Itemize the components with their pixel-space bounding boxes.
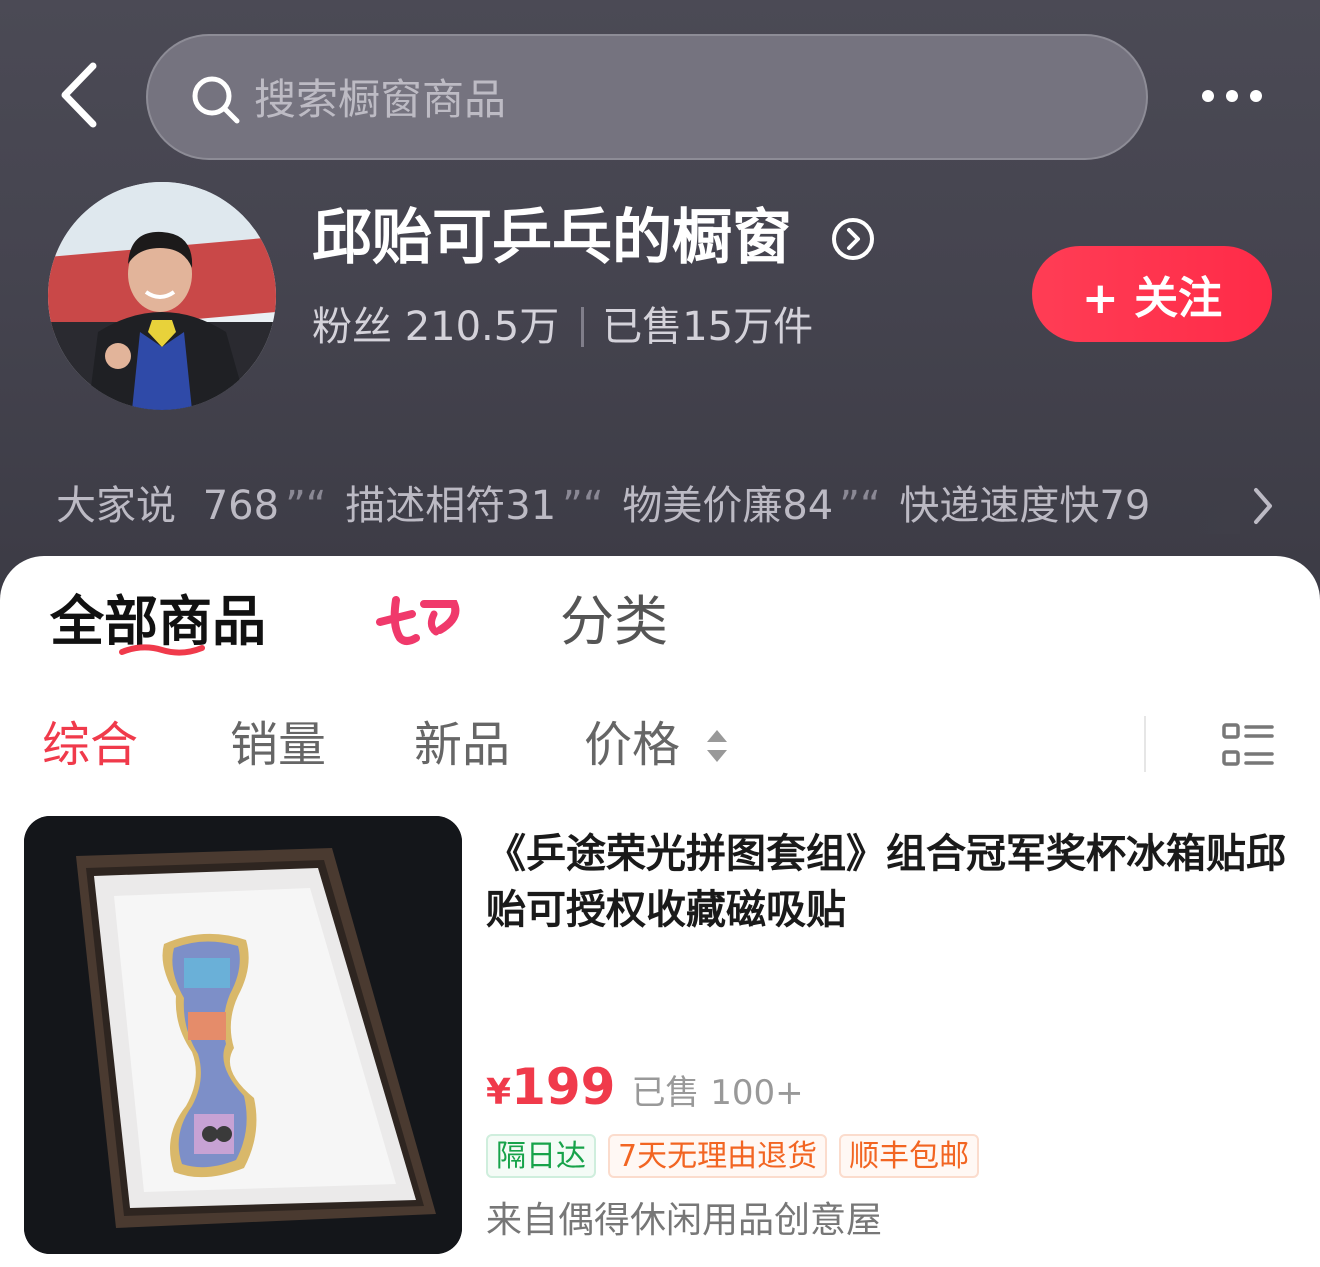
search-input[interactable]: 搜索橱窗商品 [146,34,1148,160]
sold-count: 已售 100+ [631,1073,804,1113]
product-image[interactable] [24,816,462,1254]
quote-mark: ”“ [285,483,327,529]
service-badges: 隔日达 7天无理由退货 顺丰包邮 [486,1134,980,1178]
review-tag: 描述相符31 [345,483,557,529]
follow-button[interactable]: + 关注 [1032,246,1272,342]
tab-active-underline [119,644,205,656]
sold-count: 已售15万件 [602,304,814,350]
sort-new[interactable]: 新品 [414,714,510,776]
price-value: 199 [511,1058,616,1116]
sort-comprehensive[interactable]: 综合 [42,714,138,776]
tab-qixi[interactable] [374,592,464,652]
shop-stats: 粉丝 210.5万 已售15万件 [312,300,813,354]
quote-mark: ”“ [562,483,604,529]
search-placeholder: 搜索橱窗商品 [254,75,507,124]
price-symbol: ¥ [486,1072,512,1113]
sort-arrows-icon[interactable] [704,728,730,764]
tab-category[interactable]: 分类 [560,590,668,654]
review-lead: 大家说 [56,483,176,529]
stats-divider [581,307,585,347]
review-tag: 物美价廉84 [622,483,834,529]
quote-mark: ”“ [839,483,881,529]
badge-return: 7天无理由退货 [608,1134,828,1178]
chevron-right-icon[interactable] [1250,486,1276,526]
price-row: ¥ 199 已售 100+ [486,1058,804,1116]
qixi-logo-icon [376,596,460,645]
sort-sales[interactable]: 销量 [230,714,326,776]
more-options-icon[interactable] [1200,86,1264,106]
sort-divider [1144,716,1146,772]
badge-next-day: 隔日达 [486,1134,596,1178]
review-tag: 快递速度快79 [899,483,1151,529]
product-title[interactable]: 《乒途荣光拼图套组》组合冠军奖杯冰箱贴邱贻可授权收藏磁吸贴 [486,826,1306,938]
shop-name[interactable]: 邱贻可乒乓的橱窗 [312,200,792,276]
review-tags[interactable]: 大家说 768 ”“ 描述相符31 ”“ 物美价廉84 ”“ 快递速度快79 [56,478,1246,534]
fans-count: 粉丝 210.5万 [312,304,560,350]
back-arrow-icon[interactable] [55,60,105,130]
avatar[interactable] [48,182,276,410]
list-view-icon[interactable] [1222,722,1274,768]
badge-shipping: 顺丰包邮 [839,1134,980,1178]
review-tag: 768 [202,483,280,529]
source-shop[interactable]: 来自偶得休闲用品创意屋 [486,1196,882,1246]
sort-price[interactable]: 价格 [584,714,680,776]
chevron-right-circle-icon[interactable] [830,216,876,262]
reviews-fade [1180,478,1240,534]
search-icon [192,76,240,124]
